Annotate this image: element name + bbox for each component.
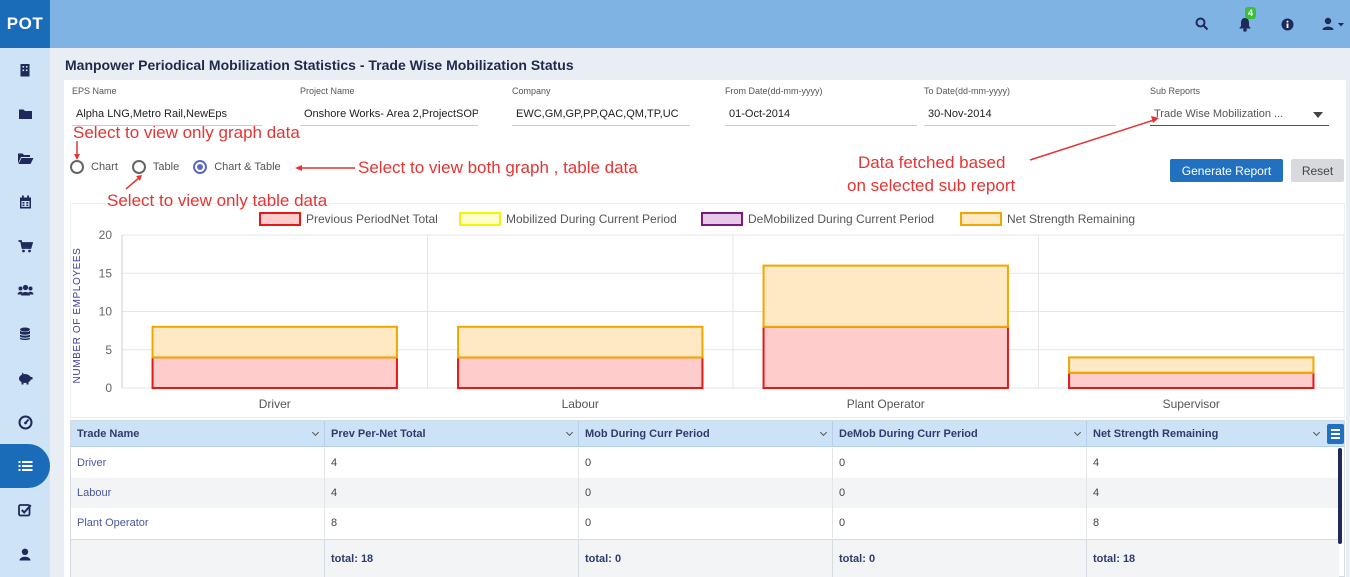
annotation-both: Select to view both graph , table data (358, 158, 638, 177)
arrow-subreport (1029, 119, 1155, 161)
annotation-table-only: Select to view only table data (107, 191, 328, 210)
annotation-subreport-2: on selected sub report (847, 176, 1016, 195)
arrow-table-only (125, 176, 141, 190)
arrow-both-head (295, 165, 302, 171)
annotation-graph-only: Select to view only graph data (73, 123, 300, 142)
arrow-graph-only-head (74, 154, 80, 160)
annotation-subreport-1: Data fetched based (858, 153, 1006, 172)
arrow-subreport-head (1151, 116, 1159, 123)
annotation-arrows (74, 116, 1159, 190)
